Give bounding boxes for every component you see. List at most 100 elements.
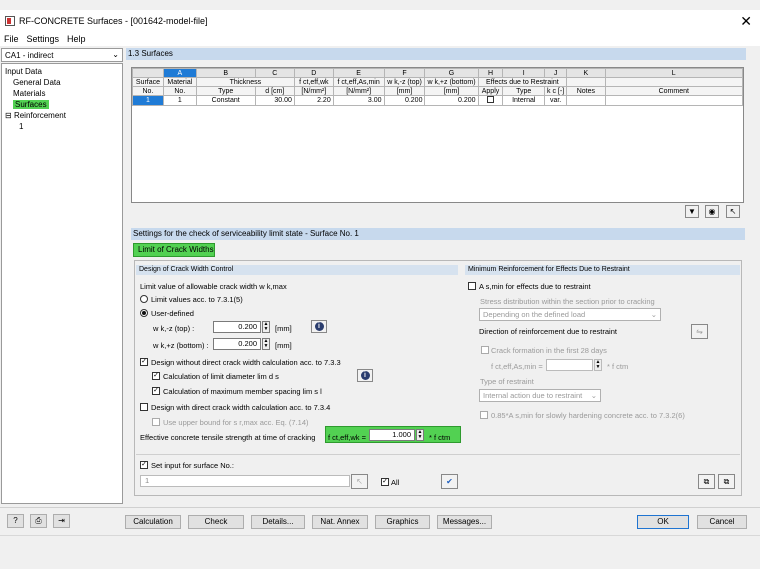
as-min-checkbox[interactable] [468,282,476,290]
column-header: Comment [604,86,743,96]
table-cell[interactable]: 3.00 [332,95,385,106]
stress-dropdown[interactable]: Depending on the defined load ⌄ [479,308,661,321]
table-cell[interactable]: Constant [195,95,256,106]
close-icon[interactable]: ✕ [740,13,752,30]
wk-bottom-input[interactable]: 0.200 [213,338,261,350]
graphics-button[interactable]: Graphics [375,515,430,529]
column-letter[interactable]: C [254,68,295,78]
print-button[interactable]: ⎙ [30,514,47,528]
select-button[interactable]: ↖ [726,205,740,218]
table-cell[interactable]: 0.200 [383,95,426,106]
factor-085-checkbox[interactable] [480,411,488,419]
column-letter[interactable]: L [604,68,743,78]
table-cell[interactable]: 2.20 [293,95,334,106]
fct-as-min-input[interactable] [546,359,593,371]
table-cell[interactable]: 1 [162,95,197,106]
tree-input-data[interactable]: Input Data [5,66,119,77]
restraint-type-dropdown[interactable]: Internal action due to restraint ⌄ [479,389,601,402]
tree-surfaces-row[interactable]: Surfaces [5,99,119,110]
info-button-wk[interactable]: i [311,320,327,333]
table-cell[interactable] [604,95,743,106]
filter-button[interactable]: ▼ [685,205,699,218]
calculation-button[interactable]: Calculation [125,515,181,529]
info-button-diameter[interactable]: i [357,369,373,382]
direction-icon: ⇋ [696,327,703,336]
column-letter[interactable]: J [544,68,568,78]
messages-button[interactable]: Messages... [437,515,492,529]
column-header: [mm] [424,86,479,96]
tab-limit-of-crack-widths[interactable]: Limit of Crack Widths [133,243,215,257]
fct-as-min-spinner[interactable]: ▲ ▼ [594,359,602,371]
column-header: No. [132,86,164,96]
chevron-down-icon: ⌄ [112,50,119,59]
ok-button[interactable]: OK [637,515,689,529]
details-button[interactable]: Details... [251,515,305,529]
set-input-checkbox[interactable]: ✓ [140,461,148,469]
restraint-type-value: Internal action due to restraint [483,391,583,400]
max-spacing-label: Calculation of maximum member spacing li… [163,387,322,396]
design-without-checkbox[interactable]: ✓ [140,358,148,366]
surfaces-table[interactable]: A B C D E F G H I J K L Surface Material… [131,67,744,203]
export-button[interactable]: ⧉ [718,474,735,489]
menu-file[interactable]: File [4,34,19,44]
all-checkbox[interactable]: ✓ [381,478,389,486]
tree-reinforcement-1-row[interactable]: 1 [5,121,119,132]
upper-bound-checkbox[interactable] [152,418,160,426]
table-row[interactable]: 1 1 Constant 30.00 2.20 3.00 0.200 0.200… [132,95,743,106]
row-number[interactable]: 1 [132,95,164,106]
max-spacing-checkbox[interactable]: ✓ [152,387,160,395]
fct-input[interactable]: 1.000 [369,429,415,441]
export-table-button[interactable]: ⇥ [53,514,70,528]
tree-materials-row[interactable]: Materials [5,88,119,99]
wk-top-input[interactable]: 0.200 [213,321,261,333]
column-letter[interactable]: G [424,68,479,78]
apply-checkbox-cell[interactable] [477,95,504,106]
view-button[interactable]: ◉ [705,205,719,218]
help-button[interactable]: ? [7,514,24,528]
apply-check-button[interactable]: ✔ [441,474,458,489]
column-letter[interactable]: F [383,68,426,78]
wk-top-spinner[interactable]: ▲ ▼ [262,321,270,333]
column-letter[interactable]: I [502,68,546,78]
section-title: 1.3 Surfaces [126,48,746,60]
column-letter[interactable]: K [566,68,606,78]
table-cell[interactable]: Internal [502,95,546,106]
tree-reinforcement-row[interactable]: ⊟ Reinforcement [5,110,119,121]
menu-help[interactable]: Help [67,34,86,44]
direction-button[interactable]: ⇋ [691,324,708,339]
tree-general-data-row[interactable]: General Data [5,77,119,88]
cancel-button[interactable]: Cancel [697,515,747,529]
limit-diameter-label: Calculation of limit diameter lim d s [163,372,279,381]
design-with-checkbox[interactable] [140,403,148,411]
column-letter[interactable]: B [195,68,256,78]
header-row-1: Surface Material Thickness f ct,eff,wk f… [132,77,743,87]
info-icon: i [360,371,370,380]
check-button[interactable]: Check [188,515,244,529]
column-letter[interactable]: H [477,68,504,78]
nat-annex-button[interactable]: Nat. Annex [312,515,368,529]
wk-bottom-spinner[interactable]: ▲ ▼ [262,338,270,350]
table-cell[interactable] [566,95,606,106]
radio-user-defined[interactable] [140,309,148,317]
column-header: [N/mm²] [293,86,334,96]
pointer-icon: ↖ [356,477,363,486]
fct-spinner[interactable]: ▲ ▼ [416,429,424,441]
case-combo[interactable]: CA1 - indirect ⌄ [1,48,123,62]
table-cell[interactable]: 0.200 [424,95,479,106]
case-combo-value: CA1 - indirect [5,51,54,60]
column-letter[interactable]: E [332,68,385,78]
column-letter[interactable]: D [293,68,334,78]
collapse-icon[interactable]: ⊟ [5,111,12,120]
table-cell[interactable]: 30.00 [254,95,295,106]
column-letter[interactable]: A [162,68,197,78]
import-button[interactable]: ⧉ [698,474,715,489]
limit-diameter-checkbox[interactable]: ✓ [152,372,160,380]
pick-surface-button[interactable]: ↖ [351,474,368,489]
menu-settings[interactable]: Settings [27,34,60,44]
apply-checkbox[interactable] [486,96,494,103]
set-input-field[interactable]: 1 [140,475,350,487]
table-cell[interactable]: var. [544,95,568,106]
crack-28-checkbox[interactable] [481,346,489,354]
radio-limit-values[interactable] [140,295,148,303]
tree-materials: Materials [13,89,46,98]
